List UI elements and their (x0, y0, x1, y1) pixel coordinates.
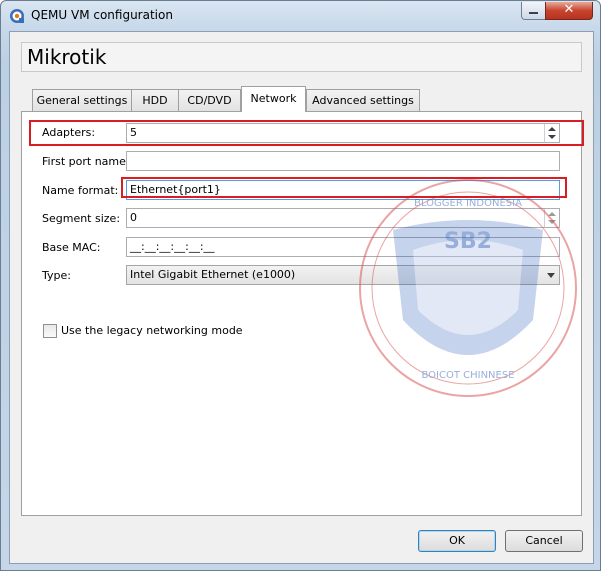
watermark-badge-text: SB2 (444, 229, 492, 254)
close-button[interactable]: ✕ (545, 2, 593, 20)
type-label: Type: (42, 269, 71, 282)
legacy-mode-label: Use the legacy networking mode (61, 324, 243, 337)
tab-hdd[interactable]: HDD (131, 89, 179, 111)
watermark-top-text: BLOGGER INDONESIA (414, 198, 522, 209)
adapter-type-value: Intel Gigabit Ethernet (e1000) (130, 268, 296, 281)
base-mac-label: Base MAC: (42, 241, 101, 254)
segment-size-value: 0 (130, 211, 137, 224)
first-port-name-label: First port name: (42, 155, 130, 168)
minimize-button[interactable] (521, 2, 546, 20)
legacy-mode-checkbox[interactable] (43, 324, 57, 338)
watermark-logo: BLOGGER INDONESIA SB2 BOICOT CHINNESE (359, 179, 577, 397)
qemu-app-icon (10, 9, 24, 23)
vm-name-header: Mikrotik (21, 42, 582, 72)
highlight-name-format (121, 177, 567, 198)
tab-network[interactable]: Network (241, 86, 306, 112)
segment-size-label: Segment size: (42, 212, 121, 225)
network-tab-panel: Adapters: 5 First port name: Name format… (21, 111, 582, 516)
ok-button[interactable]: OK (418, 530, 496, 552)
window-title: QEMU VM configuration (31, 8, 173, 22)
qemu-config-window: QEMU VM configuration ✕ Mikrotik General… (0, 0, 601, 571)
title-bar[interactable]: QEMU VM configuration ✕ (1, 1, 600, 31)
cancel-button[interactable]: Cancel (505, 530, 583, 552)
tab-cd-dvd[interactable]: CD/DVD (178, 89, 241, 111)
tab-advanced-settings[interactable]: Advanced settings (306, 89, 420, 111)
watermark-bottom-text: BOICOT CHINNESE (421, 370, 514, 381)
minimize-icon (529, 12, 538, 14)
first-port-name-input[interactable] (126, 151, 560, 171)
name-format-label: Name format: (42, 184, 119, 197)
highlight-adapters (29, 120, 584, 146)
close-icon: ✕ (563, 2, 575, 17)
tab-general-settings[interactable]: General settings (32, 89, 132, 111)
vm-name-title: Mikrotik (27, 45, 107, 69)
dialog-client-area: Mikrotik General settings HDD CD/DVD Net… (9, 31, 594, 564)
